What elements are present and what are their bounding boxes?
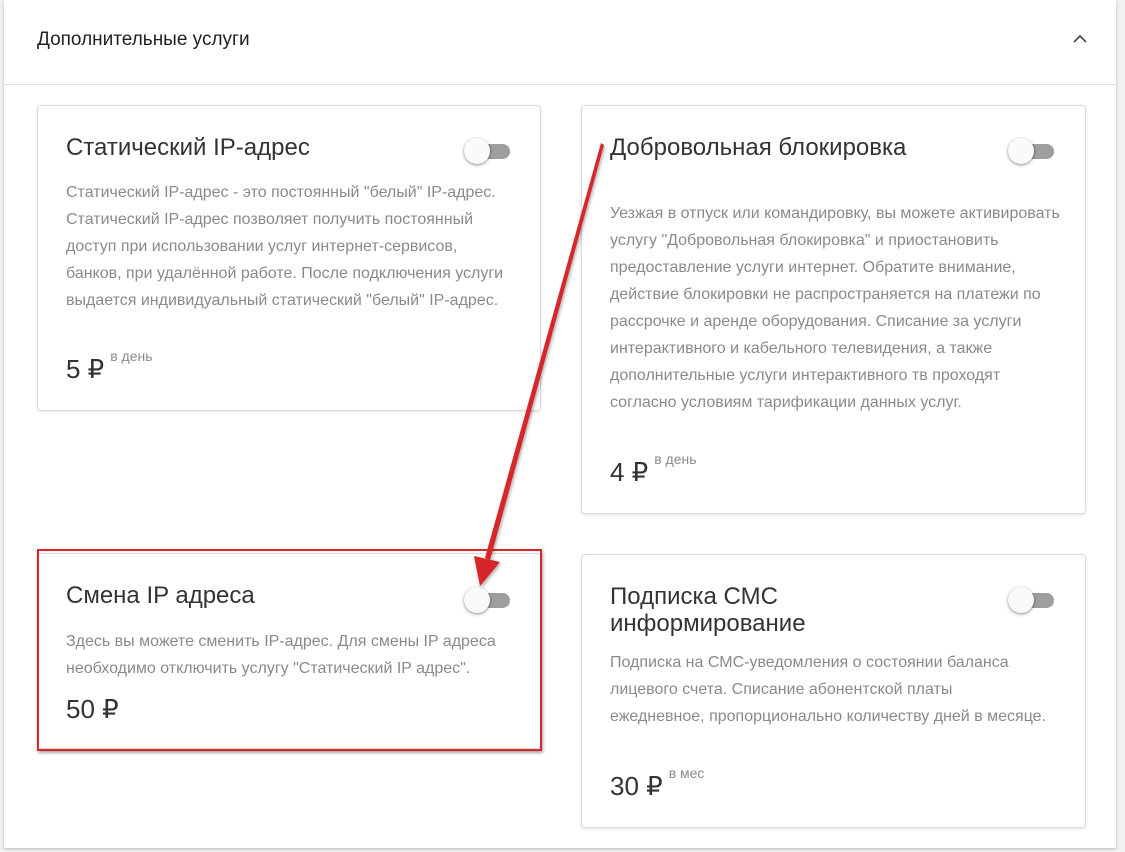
toggle-thumb <box>1008 138 1034 164</box>
service-card-change-ip: Смена IP адреса Здесь вы можете сменить … <box>37 553 541 749</box>
service-title: Добровольная блокировка <box>610 134 907 161</box>
panel-header[interactable]: Дополнительные услуги <box>4 0 1116 85</box>
toggle-thumb <box>1008 587 1034 613</box>
collapse-button[interactable] <box>1066 24 1094 52</box>
price-value: 5 ₽ <box>66 354 105 384</box>
service-title: Подписка СМС информирование <box>610 583 806 637</box>
price-unit: в день <box>110 348 153 364</box>
service-description: Подписка на СМС-уведомления о состоянии … <box>610 654 1047 725</box>
service-toggle-change-ip[interactable] <box>464 586 514 614</box>
toggle-thumb <box>464 138 490 164</box>
service-card-sms-subscription: Подписка СМС информирование Подписка на … <box>581 554 1086 828</box>
service-description: Здесь вы можете сменить IP-адрес. Для см… <box>66 633 496 677</box>
service-toggle-static-ip[interactable] <box>464 137 514 165</box>
chevron-up-icon <box>1073 34 1087 43</box>
service-price: 5 ₽ в день <box>66 348 153 385</box>
service-toggle-sms-subscription[interactable] <box>1008 586 1058 614</box>
service-description: Статический IP-адрес - это постоянный "б… <box>66 184 504 309</box>
price-value: 4 ₽ <box>610 457 649 487</box>
service-title: Смена IP адреса <box>66 582 255 609</box>
service-card-static-ip: Статический IP-адрес Статический IP-адре… <box>37 105 541 411</box>
service-price: 4 ₽ в день <box>610 451 697 488</box>
price-unit: в мес <box>668 765 705 781</box>
price-value: 30 ₽ <box>610 771 663 801</box>
service-price: 30 ₽ в мес <box>610 765 704 802</box>
toggle-thumb <box>464 587 490 613</box>
service-description: Уезжая в отпуск или командировку, вы мож… <box>610 205 1060 411</box>
panel-title: Дополнительные услуги <box>37 29 250 50</box>
service-price: 50 ₽ <box>66 694 125 725</box>
service-title: Статический IP-адрес <box>66 134 310 161</box>
service-card-voluntary-block: Добровольная блокировка Уезжая в отпуск … <box>581 105 1086 514</box>
service-toggle-voluntary-block[interactable] <box>1008 137 1058 165</box>
price-unit: в день <box>654 451 697 467</box>
price-value: 50 ₽ <box>66 694 119 724</box>
